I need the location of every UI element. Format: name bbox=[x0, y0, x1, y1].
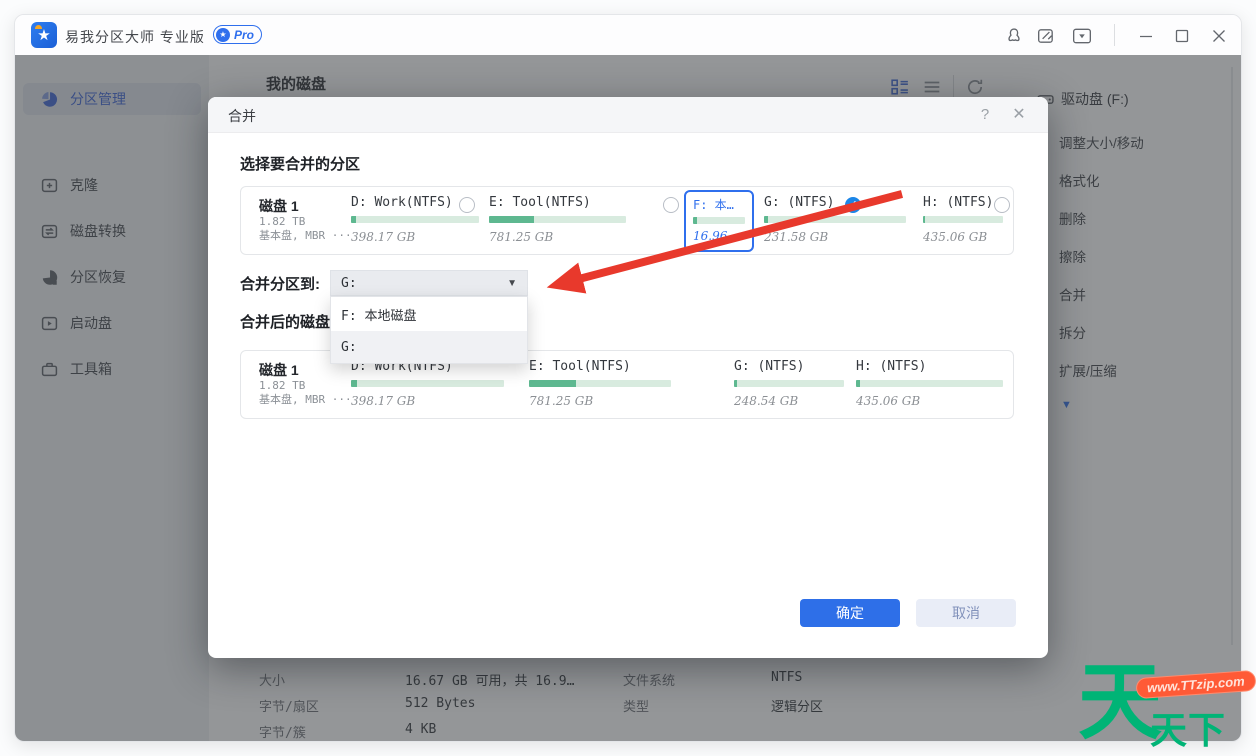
minimize-button[interactable] bbox=[1136, 26, 1156, 46]
merge-dialog: 合并 ? ✕ 选择要合并的分区 磁盘 1 1.82 TB 基本盘, MBR ··… bbox=[208, 97, 1048, 658]
dialog-close-icon[interactable]: ✕ bbox=[1008, 104, 1030, 126]
partition-size: 16.96… bbox=[693, 229, 745, 243]
usage-bar bbox=[351, 380, 504, 387]
partition-e[interactable]: E: Tool(NTFS) 781.25 GB bbox=[489, 195, 626, 244]
usage-bar bbox=[351, 216, 479, 223]
maximize-button[interactable] bbox=[1172, 26, 1192, 46]
checkbox-partition-h[interactable] bbox=[994, 197, 1010, 213]
partition-label: E: Tool(NTFS) bbox=[489, 195, 626, 211]
checkbox-partition-e[interactable] bbox=[663, 197, 679, 213]
help-icon[interactable]: ? bbox=[974, 104, 996, 126]
chevron-down-icon: ▼ bbox=[507, 278, 517, 289]
partition-size: 781.25 GB bbox=[489, 230, 626, 244]
partition-size: 231.58 GB bbox=[764, 230, 906, 244]
merge-target-dropdown-list: F: 本地磁盘 G: bbox=[330, 296, 528, 364]
disk-name: 磁盘 1 bbox=[259, 360, 299, 380]
partition-h[interactable]: H: (NTFS) 435.06 GB bbox=[923, 195, 1003, 244]
partition-h-after[interactable]: H: (NTFS) 435.06 GB bbox=[856, 359, 1003, 408]
disk-name: 磁盘 1 bbox=[259, 196, 299, 216]
dropdown-option-f[interactable]: F: 本地磁盘 bbox=[331, 297, 527, 331]
select-value: G: bbox=[341, 276, 357, 291]
disk-type[interactable]: 基本盘, MBR ··· bbox=[259, 227, 352, 243]
partition-f-selected[interactable]: F: 本… 16.96… bbox=[684, 190, 754, 252]
usage-bar bbox=[856, 380, 1003, 387]
merge-to-label: 合并分区到: bbox=[240, 273, 320, 294]
dropdown-option-g[interactable]: G: bbox=[331, 331, 527, 363]
app-title: 易我分区大师 专业版 bbox=[65, 27, 205, 47]
usage-bar bbox=[529, 380, 671, 387]
partition-size: 398.17 GB bbox=[351, 394, 504, 408]
dialog-title: 合并 bbox=[228, 106, 256, 126]
partition-label: G: (NTFS) bbox=[734, 359, 844, 375]
usage-bar bbox=[764, 216, 906, 223]
section-select-partitions: 选择要合并的分区 bbox=[240, 153, 360, 174]
partition-label: E: Tool(NTFS) bbox=[529, 359, 671, 375]
partition-g-after[interactable]: G: (NTFS) 248.54 GB bbox=[734, 359, 844, 408]
checkbox-partition-g-checked[interactable]: ✓ bbox=[845, 197, 861, 213]
pro-label: Pro bbox=[234, 28, 254, 42]
screenshot-stage: ★ 易我分区大师 专业版 ★ Pro bbox=[0, 0, 1256, 756]
dialog-header: 合并 ? ✕ bbox=[208, 97, 1048, 133]
window-mode-icon[interactable] bbox=[1072, 26, 1092, 46]
usage-bar bbox=[923, 216, 1003, 223]
partition-e-after[interactable]: E: Tool(NTFS) 781.25 GB bbox=[529, 359, 671, 408]
usage-bar bbox=[693, 217, 745, 224]
partition-size: 398.17 GB bbox=[351, 230, 479, 244]
section-result-disk: 合并后的磁盘 bbox=[240, 311, 330, 332]
feedback-icon[interactable] bbox=[1036, 26, 1056, 46]
usage-bar bbox=[489, 216, 626, 223]
pro-star-icon: ★ bbox=[216, 28, 230, 42]
support-qq-icon[interactable] bbox=[1004, 26, 1024, 46]
watermark-text: 天下载 bbox=[1150, 700, 1256, 756]
ok-button[interactable]: 确定 bbox=[800, 599, 900, 627]
watermark-logo: 天 天下载 www.TTzip.com bbox=[1076, 666, 1256, 756]
partition-size: 435.06 GB bbox=[923, 230, 1003, 244]
cancel-button[interactable]: 取消 bbox=[916, 599, 1016, 627]
partition-label: F: 本… bbox=[693, 196, 745, 212]
partition-size: 781.25 GB bbox=[529, 394, 671, 408]
partition-label: H: (NTFS) bbox=[923, 195, 1003, 211]
pro-badge: ★ Pro bbox=[213, 25, 262, 44]
disk-type[interactable]: 基本盘, MBR ··· bbox=[259, 391, 352, 407]
partition-size: 248.54 GB bbox=[734, 394, 844, 408]
app-logo-icon: ★ bbox=[31, 22, 57, 48]
merge-target-select[interactable]: G: ▼ bbox=[330, 270, 528, 296]
partition-label: G: (NTFS) bbox=[764, 195, 906, 211]
usage-bar bbox=[734, 380, 844, 387]
disk-before-box: 磁盘 1 1.82 TB 基本盘, MBR ··· D: Work(NTFS) … bbox=[240, 186, 1014, 255]
titlebar: ★ 易我分区大师 专业版 ★ Pro bbox=[15, 15, 1241, 55]
partition-g[interactable]: G: (NTFS) 231.58 GB bbox=[764, 195, 906, 244]
checkbox-partition-d[interactable] bbox=[459, 197, 475, 213]
titlebar-separator bbox=[1114, 24, 1115, 46]
partition-size: 435.06 GB bbox=[856, 394, 1003, 408]
partition-d-after[interactable]: D: Work(NTFS) 398.17 GB bbox=[351, 359, 504, 408]
close-button[interactable] bbox=[1209, 26, 1229, 46]
partition-label: H: (NTFS) bbox=[856, 359, 1003, 375]
